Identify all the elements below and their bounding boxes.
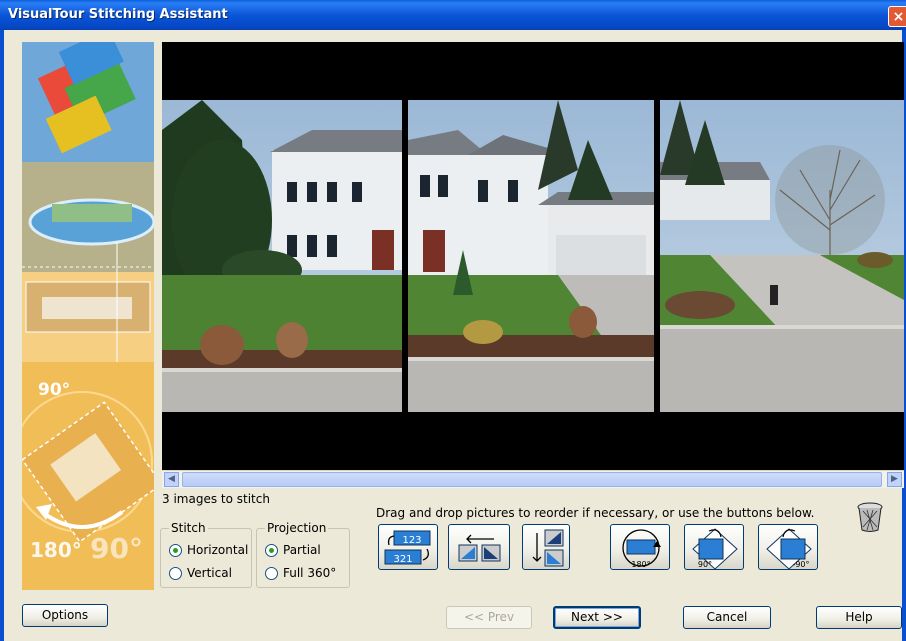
reverse-order-icon: 123 321 [384,530,431,565]
close-button[interactable]: × [888,6,906,27]
radio-label: Horizontal [187,543,249,557]
sidebar-artwork: 90° 180° 90° [22,42,154,590]
stitch-legend: Stitch [169,521,208,535]
radio-selected-icon [265,543,278,557]
reverse-order-button[interactable]: 123 321 [378,524,438,570]
sidebar-illustration [22,42,154,590]
swap-icon [532,529,564,567]
cancel-button[interactable]: Cancel [683,606,771,629]
projection-full360-radio[interactable]: Full 360° [265,566,336,580]
rotate-180-button[interactable]: 180° [610,524,670,570]
rotate-minus-90-label: -90° [792,560,809,569]
radio-unselected-icon [169,566,182,580]
sidebar-label-90b: 90° [90,532,143,565]
sidebar-label-180: 180° [30,538,82,562]
swap-button[interactable] [522,524,570,570]
reverse-top-digits: 123 [402,535,421,546]
stitch-horizontal-radio[interactable]: Horizontal [169,543,248,557]
move-left-icon [458,534,501,562]
rotate-90-button[interactable]: 90° [684,524,744,570]
chevron-right-icon: ▶ [891,474,898,484]
rotate-180-icon: 180° [622,529,661,569]
projection-legend: Projection [265,521,329,535]
radio-label: Full 360° [283,566,337,580]
rotate-minus-90-button[interactable]: -90° [758,524,818,570]
scroll-left-button[interactable]: ◀ [164,472,179,487]
horizontal-scrollbar[interactable]: ◀ ▶ [162,470,904,488]
close-icon: × [892,9,905,25]
next-button[interactable]: Next >> [553,606,641,629]
projection-group: Projection Partial Full 360° [256,521,350,588]
scroll-thumb[interactable] [182,472,882,487]
stitch-vertical-radio[interactable]: Vertical [169,566,232,580]
image-count-label: 3 images to stitch [162,492,270,506]
radio-label: Vertical [187,566,232,580]
rotate-180-label: 180° [631,560,650,569]
rotate-90-icon: 90° [692,528,738,570]
window-frame-left [0,30,4,641]
help-button[interactable]: Help [816,606,902,629]
title-bar: VisualTour Stitching Assistant × [0,0,906,30]
chevron-left-icon: ◀ [168,474,175,484]
trash-icon[interactable] [856,502,884,534]
scroll-right-button[interactable]: ▶ [887,472,902,487]
options-button[interactable]: Options [22,604,108,627]
window-title: VisualTour Stitching Assistant [8,7,228,22]
photo-1[interactable] [162,100,402,412]
radio-label: Partial [283,543,321,557]
reverse-bottom-digits: 321 [393,554,412,565]
sidebar-label-90: 90° [38,380,71,400]
rotate-minus-90-icon: -90° [766,528,812,570]
panorama-preview [162,42,904,470]
instructions-label: Drag and drop pictures to reorder if nec… [376,506,815,520]
move-left-button[interactable] [448,524,510,570]
prev-button[interactable]: << Prev [446,606,532,629]
rotate-90-label: 90° [698,560,712,569]
radio-selected-icon [169,543,182,557]
photo-3[interactable] [660,100,904,412]
stitch-group: Stitch Horizontal Vertical [160,521,252,588]
photo-2[interactable] [408,100,654,412]
projection-partial-radio[interactable]: Partial [265,543,321,557]
radio-unselected-icon [265,566,278,580]
